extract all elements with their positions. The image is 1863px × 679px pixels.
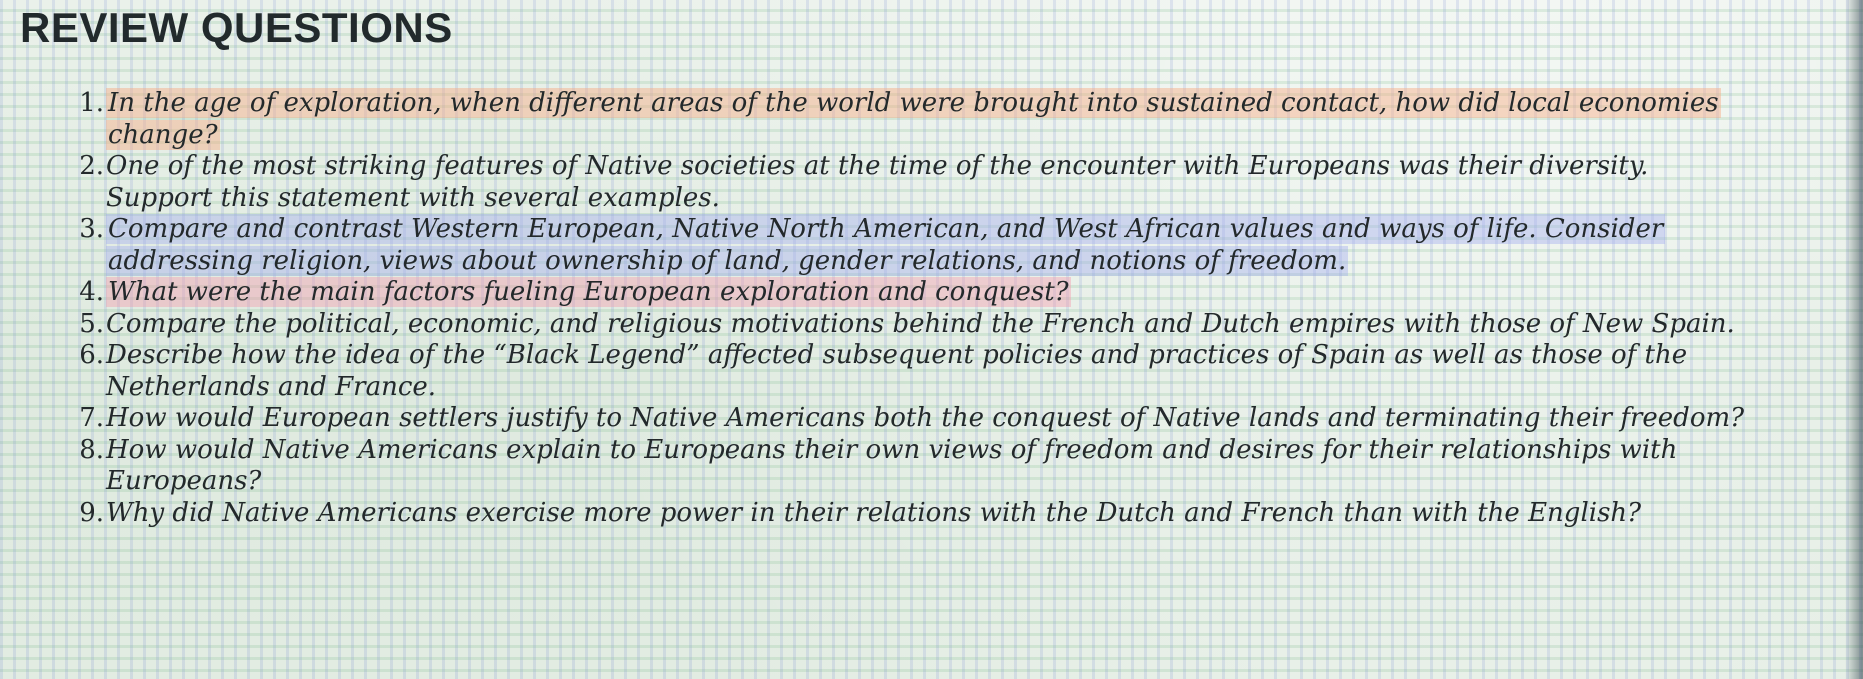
question-number: 1. [79, 88, 104, 118]
question-number: 7. [79, 403, 104, 433]
question-highlight: In the age of exploration, when differen… [106, 88, 1721, 150]
question-text: Compare and contrast Western European, N… [104, 214, 1756, 277]
question-text: What were the main factors fueling Europ… [104, 277, 1071, 309]
question-item-3: 3. Compare and contrast Western European… [56, 214, 1756, 277]
question-highlight: Compare and contrast Western European, N… [106, 214, 1666, 276]
question-text: Compare the political, economic, and rel… [106, 308, 1735, 339]
question-text: How would Native Americans explain to Eu… [106, 434, 1678, 497]
question-item-6: 6. Describe how the idea of the “Black L… [56, 340, 1756, 403]
question-highlight: What were the main factors fueling Europ… [106, 277, 1071, 307]
question-number: 2. [79, 151, 104, 181]
question-item-4: 4. What were the main factors fueling Eu… [56, 277, 1756, 309]
review-questions-list: 1. In the age of exploration, when diffe… [56, 88, 1756, 529]
question-text: One of the most striking features of Nat… [106, 151, 1649, 213]
question-item-7: 7. How would European settlers justify t… [56, 403, 1756, 435]
question-item-9: 9. Why did Native Americans exercise mor… [56, 498, 1756, 530]
question-item-5: 5. Compare the political, economic, and … [56, 309, 1756, 341]
question-number: 8. [79, 434, 104, 465]
question-item-8: 8. How would Native Americans explain to… [56, 435, 1756, 498]
question-number: 5. [79, 308, 104, 339]
question-item-1: 1. In the age of exploration, when diffe… [56, 88, 1756, 151]
question-number: 9. [79, 497, 104, 528]
page-heading: REVIEW QUESTIONS [20, 4, 453, 51]
page-edge-shadow [1845, 0, 1863, 679]
question-number: 6. [79, 340, 104, 370]
question-item-2: 2. One of the most striking features of … [56, 151, 1756, 214]
question-text: In the age of exploration, when differen… [104, 88, 1756, 151]
question-text: Why did Native Americans exercise more p… [106, 497, 1642, 528]
question-text: How would European settlers justify to N… [106, 403, 1745, 433]
question-number: 4. [79, 277, 104, 307]
question-number: 3. [79, 214, 104, 244]
question-text: Describe how the idea of the “Black Lege… [106, 340, 1688, 402]
